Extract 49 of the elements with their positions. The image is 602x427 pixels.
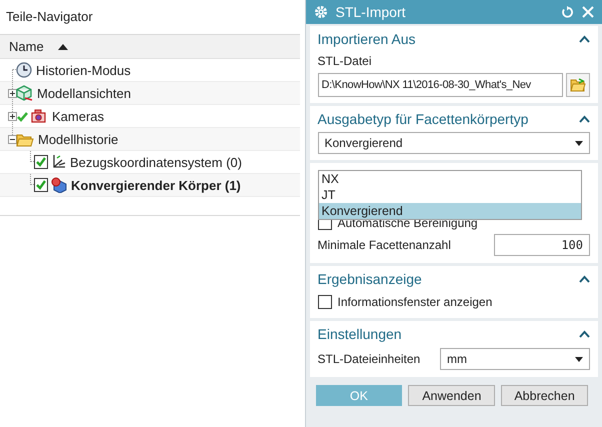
caret-icon bbox=[575, 140, 583, 146]
column-header[interactable]: Name bbox=[0, 35, 300, 59]
dropdown-option[interactable]: JT bbox=[318, 187, 581, 203]
folder-icon bbox=[570, 78, 586, 92]
dropdown-option[interactable]: Konvergierend bbox=[318, 203, 581, 219]
dialog-title: STL-Import bbox=[336, 4, 407, 20]
camera-icon bbox=[31, 108, 48, 124]
checkbox-label: Informationsfenster anzeigen bbox=[338, 295, 492, 309]
tree-item[interactable]: Modellhistorie bbox=[38, 132, 118, 146]
solid-body-icon bbox=[50, 177, 67, 193]
tree-item[interactable]: Kameras bbox=[52, 108, 104, 124]
close-icon[interactable] bbox=[582, 6, 594, 18]
file-path-field[interactable]: D:\KnowHow\NX 11\2016-08-30_What's_Nev bbox=[318, 73, 563, 97]
field-label: Minimale Facettenanzahl bbox=[318, 238, 451, 252]
section-title: Ergebnisanzeige bbox=[318, 271, 422, 287]
check-icon[interactable] bbox=[16, 110, 29, 122]
collapse-icon[interactable] bbox=[579, 35, 590, 43]
units-dropdown[interactable]: mm bbox=[440, 348, 590, 370]
section-title: Ausgabetyp für Facettenkörpertyp bbox=[318, 111, 528, 127]
type-dropdown[interactable]: Konvergierend bbox=[318, 132, 590, 154]
checkbox[interactable] bbox=[318, 295, 332, 309]
collapse-toggle-icon[interactable] bbox=[8, 134, 17, 144]
tree-item[interactable]: Bezugskoordinatensystem (0) bbox=[70, 154, 242, 170]
field-label: STL-Datei bbox=[318, 54, 373, 68]
sort-icon bbox=[58, 44, 68, 50]
panel-title: Teile-Navigator bbox=[5, 8, 94, 26]
collapse-icon[interactable] bbox=[579, 275, 590, 283]
settings-icon bbox=[314, 5, 328, 19]
reset-icon[interactable] bbox=[561, 6, 574, 18]
dialog-button[interactable]: Abbrechen bbox=[501, 385, 588, 406]
section-title: Einstellungen bbox=[318, 326, 402, 342]
checkbox[interactable] bbox=[34, 178, 48, 192]
dropdown-option[interactable]: NX bbox=[318, 171, 581, 187]
collapse-icon[interactable] bbox=[579, 330, 590, 338]
expand-toggle-icon[interactable] bbox=[8, 112, 17, 120]
browse-button[interactable] bbox=[566, 73, 590, 97]
checkbox-label: Automatische Bereinigung bbox=[338, 216, 478, 230]
field-label: STL-Dateieinheiten bbox=[318, 352, 420, 366]
section-title: Importieren Aus bbox=[318, 31, 416, 47]
checkbox[interactable] bbox=[34, 155, 48, 169]
tree-item[interactable]: Historien-Modus bbox=[36, 62, 131, 78]
dialog-button[interactable]: Anwenden bbox=[408, 385, 496, 406]
cube-icon bbox=[16, 85, 33, 101]
facet-count-field[interactable]: 100 bbox=[494, 234, 590, 256]
collapse-icon[interactable] bbox=[579, 115, 590, 123]
expand-toggle-icon[interactable] bbox=[8, 88, 17, 98]
folder-icon bbox=[16, 132, 34, 146]
caret-icon bbox=[575, 356, 583, 362]
clock-icon bbox=[16, 62, 32, 78]
